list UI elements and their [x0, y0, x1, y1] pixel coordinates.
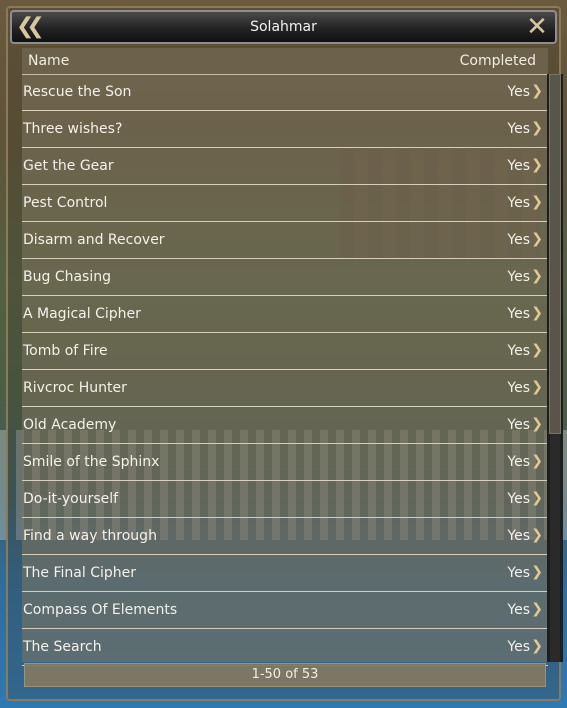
table-row[interactable]: Do-it-yourself Yes ❯	[22, 481, 548, 518]
table-body: Rescue the Son Yes ❯ Three wishes? Yes ❯…	[22, 74, 548, 666]
table-row[interactable]: Pest Control Yes ❯	[22, 185, 548, 222]
quest-completed: Yes	[507, 380, 530, 396]
title-bar: ❮❮ Solahmar ✕	[10, 10, 557, 44]
scroll-thumb[interactable]	[549, 74, 561, 434]
pagination-bar: 1-50 of 53	[24, 663, 546, 687]
quest-completed: Yes	[507, 491, 530, 507]
quest-name: Disarm and Recover	[23, 232, 165, 248]
chevron-right-icon[interactable]: ❯	[531, 490, 543, 506]
table-row[interactable]: Get the Gear Yes ❯	[22, 148, 548, 185]
scrollbar[interactable]	[547, 74, 563, 662]
quest-name: Old Academy	[23, 417, 117, 433]
table-row[interactable]: Smile of the Sphinx Yes ❯	[22, 444, 548, 481]
chevron-right-icon[interactable]: ❯	[531, 601, 543, 617]
quest-completed: Yes	[507, 417, 530, 433]
quest-name: Smile of the Sphinx	[23, 454, 160, 470]
quest-completed: Yes	[507, 121, 530, 137]
quest-completed: Yes	[507, 306, 530, 322]
quest-name: The Final Cipher	[23, 565, 136, 581]
quest-completed: Yes	[507, 158, 530, 174]
chevron-right-icon[interactable]: ❯	[531, 231, 543, 247]
quest-table: Name Completed Rescue the Son Yes ❯ Thre…	[22, 48, 548, 666]
table-row[interactable]: The Final Cipher Yes ❯	[22, 555, 548, 592]
quest-name: Get the Gear	[23, 158, 114, 174]
quest-name: Bug Chasing	[23, 269, 111, 285]
quest-completed: Yes	[507, 343, 530, 359]
quest-name: Rescue the Son	[23, 84, 132, 100]
table-row[interactable]: Find a way through Yes ❯	[22, 518, 548, 555]
table-header: Name Completed	[22, 48, 548, 75]
chevron-right-icon[interactable]: ❯	[531, 379, 543, 395]
chevron-right-icon[interactable]: ❯	[531, 342, 543, 358]
quest-name: Rivcroc Hunter	[23, 380, 127, 396]
chevron-right-icon[interactable]: ❯	[531, 120, 543, 136]
close-button[interactable]: ✕	[523, 13, 551, 41]
table-row[interactable]: Bug Chasing Yes ❯	[22, 259, 548, 296]
quest-completed: Yes	[507, 565, 530, 581]
quest-name: Three wishes?	[23, 121, 123, 137]
quest-name: Tomb of Fire	[23, 343, 108, 359]
table-row[interactable]: Tomb of Fire Yes ❯	[22, 333, 548, 370]
chevron-right-icon[interactable]: ❯	[531, 305, 543, 321]
table-row[interactable]: Rescue the Son Yes ❯	[22, 74, 548, 111]
quest-completed: Yes	[507, 639, 530, 655]
quest-completed: Yes	[507, 195, 530, 211]
chevron-right-icon[interactable]: ❯	[531, 268, 543, 284]
quest-completed: Yes	[507, 269, 530, 285]
quest-completed: Yes	[507, 232, 530, 248]
chevron-right-icon[interactable]: ❯	[531, 527, 543, 543]
quest-completed: Yes	[507, 454, 530, 470]
chevron-right-icon[interactable]: ❯	[531, 194, 543, 210]
table-row[interactable]: The Search Yes ❯	[22, 629, 548, 666]
table-row[interactable]: A Magical Cipher Yes ❯	[22, 296, 548, 333]
pagination-label: 1-50 of 53	[251, 667, 319, 682]
quest-completed: Yes	[507, 528, 530, 544]
table-row[interactable]: Old Academy Yes ❯	[22, 407, 548, 444]
chevron-right-icon[interactable]: ❯	[531, 564, 543, 580]
table-row[interactable]: Compass Of Elements Yes ❯	[22, 592, 548, 629]
table-row[interactable]: Rivcroc Hunter Yes ❯	[22, 370, 548, 407]
quest-name: Compass Of Elements	[23, 602, 178, 618]
quest-completed: Yes	[507, 602, 530, 618]
quest-name: A Magical Cipher	[23, 306, 141, 322]
close-x-icon: ✕	[526, 12, 548, 42]
column-header-completed[interactable]: Completed	[460, 53, 536, 69]
column-header-name[interactable]: Name	[28, 53, 69, 69]
quest-name: Find a way through	[23, 528, 157, 544]
chevron-right-icon[interactable]: ❯	[531, 416, 543, 432]
quest-name: The Search	[23, 639, 102, 655]
quest-name: Do-it-yourself	[23, 491, 119, 507]
table-row[interactable]: Disarm and Recover Yes ❯	[22, 222, 548, 259]
chevron-right-icon[interactable]: ❯	[531, 83, 543, 99]
chevron-right-icon[interactable]: ❯	[531, 638, 543, 654]
table-row[interactable]: Three wishes? Yes ❯	[22, 111, 548, 148]
quest-completed: Yes	[507, 84, 530, 100]
quest-name: Pest Control	[23, 195, 108, 211]
chevron-right-icon[interactable]: ❯	[531, 453, 543, 469]
chevron-right-icon[interactable]: ❯	[531, 157, 543, 173]
window-title: Solahmar	[250, 19, 317, 35]
